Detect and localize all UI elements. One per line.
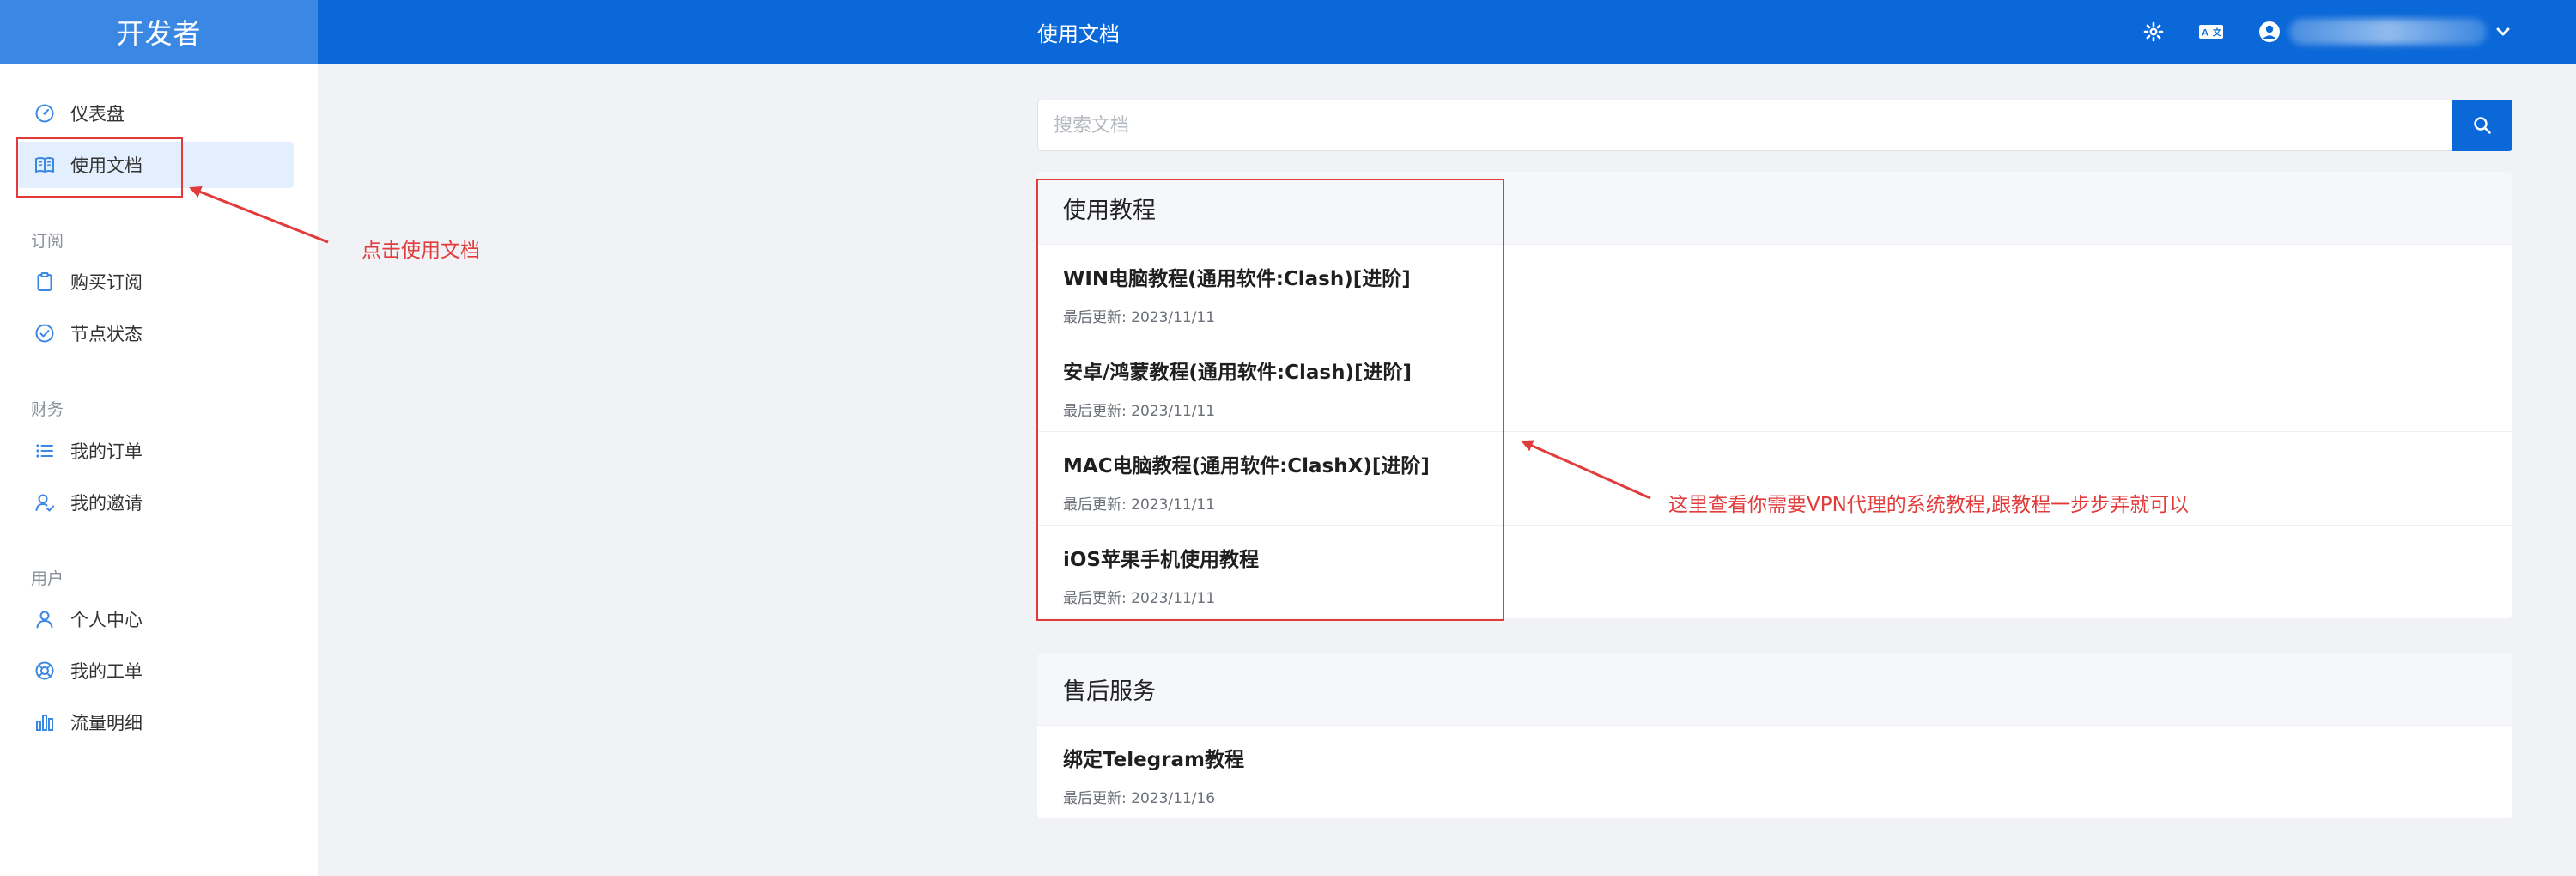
doc-item-ios[interactable]: iOS苹果手机使用教程 最后更新: 2023/11/11 [1037, 525, 2512, 618]
annotation-text-click-docs: 点击使用文档 [361, 240, 480, 262]
sidebar-item-buy-subscription[interactable]: 购买订阅 [17, 259, 294, 305]
username-blurred [2289, 19, 2487, 45]
sidebar-item-label: 我的订单 [70, 441, 143, 462]
sidebar-item-label: 我的工单 [70, 661, 143, 682]
top-header: 使用文档 A 文 [318, 0, 2576, 64]
doc-title: 绑定Telegram教程 [1063, 749, 1245, 771]
search-input[interactable] [1037, 100, 2452, 151]
tutorials-card: 使用教程 WIN电脑教程(通用软件:Clash)[进阶] 最后更新: 2023/… [1037, 172, 2512, 618]
sidebar-item-label: 仪表盘 [70, 104, 125, 125]
after-sales-card: 售后服务 绑定Telegram教程 最后更新: 2023/11/16 [1037, 653, 2512, 818]
sidebar-item-my-orders[interactable]: 我的订单 [17, 428, 294, 474]
sidebar-group-title: 用户 [31, 569, 64, 588]
list-icon [33, 439, 57, 463]
doc-item-windows[interactable]: WIN电脑教程(通用软件:Clash)[进阶] 最后更新: 2023/11/11 [1037, 244, 2512, 338]
sidebar-item-label: 使用文档 [70, 155, 143, 176]
doc-title: 安卓/鸿蒙教程(通用软件:Clash)[进阶] [1063, 362, 1412, 384]
brand-name: 开发者 [116, 17, 202, 50]
search-button[interactable] [2452, 100, 2512, 151]
svg-text:文: 文 [2213, 27, 2222, 39]
sidebar-item-label: 流量明细 [70, 713, 143, 733]
sidebar-item-label: 购买订阅 [70, 272, 143, 293]
doc-title: MAC电脑教程(通用软件:ClashX)[进阶] [1063, 455, 1430, 478]
clipboard-icon [33, 270, 57, 294]
bar-chart-icon [33, 710, 57, 734]
translate-icon: A 文 [2199, 25, 2223, 39]
user-icon [33, 607, 57, 631]
user-circle-icon [2259, 21, 2280, 42]
sidebar-item-label: 我的邀请 [70, 493, 143, 514]
dashboard-gauge-icon [33, 101, 57, 125]
search-icon [2474, 117, 2491, 134]
brand-logo[interactable]: 开发者 [0, 0, 318, 64]
annotation-text-view-tutorials: 这里查看你需要VPN代理的系统教程,跟教程一步步弄就可以 [1668, 494, 2190, 516]
lifebuoy-icon [33, 659, 57, 683]
svg-text:A: A [2202, 28, 2208, 39]
sidebar-item-label: 节点状态 [70, 324, 143, 344]
sidebar-item-traffic[interactable]: 流量明细 [17, 699, 294, 745]
sidebar-item-tickets[interactable]: 我的工单 [17, 648, 294, 694]
card-title: 使用教程 [1037, 172, 2512, 244]
doc-updated: 最后更新: 2023/11/16 [1063, 790, 1216, 807]
card-title: 售后服务 [1037, 653, 2512, 725]
sidebar-item-dashboard[interactable]: 仪表盘 [17, 90, 294, 137]
chevron-down-icon [2496, 27, 2510, 36]
doc-updated: 最后更新: 2023/11/11 [1063, 403, 1216, 420]
sidebar-item-my-invites[interactable]: 我的邀请 [17, 479, 294, 526]
gear-icon [2143, 21, 2164, 42]
doc-title: WIN电脑教程(通用软件:Clash)[进阶] [1063, 268, 1411, 290]
sidebar-item-node-status[interactable]: 节点状态 [17, 310, 294, 356]
doc-search [1037, 100, 2512, 151]
doc-item-android[interactable]: 安卓/鸿蒙教程(通用软件:Clash)[进阶] 最后更新: 2023/11/11 [1037, 338, 2512, 431]
user-invite-icon [33, 490, 57, 514]
book-icon [33, 153, 57, 177]
doc-item-telegram[interactable]: 绑定Telegram教程 最后更新: 2023/11/16 [1037, 725, 2512, 818]
sidebar-item-profile[interactable]: 个人中心 [17, 596, 294, 642]
sidebar: 仪表盘 使用文档 订阅 购买订阅 节点状态 财务 我的订单 我的邀请 用户 个人… [0, 64, 318, 876]
language-button[interactable]: A 文 [2192, 0, 2230, 64]
doc-updated: 最后更新: 2023/11/11 [1063, 590, 1216, 607]
sidebar-group-title: 订阅 [31, 232, 64, 251]
theme-toggle-button[interactable] [2136, 0, 2171, 64]
doc-title: iOS苹果手机使用教程 [1063, 549, 1260, 571]
page-title: 使用文档 [1037, 21, 1120, 46]
sidebar-item-docs[interactable]: 使用文档 [17, 142, 294, 188]
doc-updated: 最后更新: 2023/11/11 [1063, 309, 1216, 326]
check-circle-icon [33, 321, 57, 345]
sidebar-item-label: 个人中心 [70, 610, 143, 630]
sidebar-group-title: 财务 [31, 400, 64, 419]
user-menu[interactable] [2258, 0, 2511, 64]
